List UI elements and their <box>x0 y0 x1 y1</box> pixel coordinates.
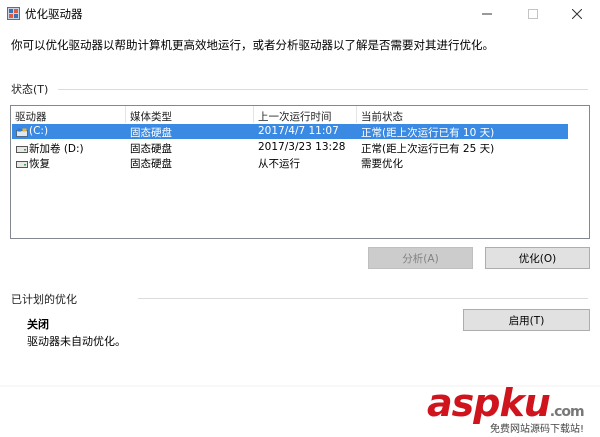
enable-schedule-button[interactable]: 启用(T) <box>463 309 590 331</box>
close-icon <box>572 9 582 19</box>
drive-media-type: 固态硬盘 <box>130 127 172 139</box>
column-divider[interactable] <box>125 106 126 123</box>
drive-list[interactable]: 驱动器 媒体类型 上一次运行时间 当前状态 (C:) 固态硬盘 2017/4/7… <box>10 105 590 239</box>
column-divider[interactable] <box>356 106 357 123</box>
drive-name: 新加卷 (D:) <box>29 143 84 155</box>
minimize-button[interactable] <box>464 0 510 28</box>
drive-last-run: 从不运行 <box>258 158 300 170</box>
minimize-icon <box>482 13 492 15</box>
drive-icon <box>16 143 28 153</box>
schedule-description: 驱动器未自动优化。 <box>27 335 126 348</box>
column-divider[interactable] <box>253 106 254 123</box>
watermark-brand: aspku.com <box>427 381 585 425</box>
drive-status: 正常(距上次运行已有 25 天) <box>361 143 495 155</box>
analyze-button[interactable]: 分析(A) <box>368 247 473 269</box>
schedule-state: 关闭 <box>27 318 49 331</box>
close-button[interactable] <box>554 0 600 28</box>
optimize-button[interactable]: 优化(O) <box>485 247 590 269</box>
status-section-label: 状态(T) <box>11 83 49 96</box>
schedule-divider <box>138 298 588 299</box>
drive-name: 恢复 <box>29 158 50 170</box>
title-bar[interactable]: 优化驱动器 <box>0 0 600 28</box>
scheduled-optimization-label: 已计划的优化 <box>11 293 77 306</box>
column-header-media-type[interactable]: 媒体类型 <box>130 109 172 124</box>
drive-row-c[interactable]: (C:) 固态硬盘 2017/4/7 11:07 正常(距上次运行已有 10 天… <box>12 124 568 139</box>
optimize-drives-window: 优化驱动器 你可以优化驱动器以帮助计算机更高效地运行，或者分析驱动器以了解是否需… <box>0 0 600 437</box>
column-header-drive[interactable]: 驱动器 <box>15 109 47 124</box>
system-drive-icon <box>16 127 28 137</box>
defrag-app-icon <box>7 7 20 20</box>
drive-list-header: 驱动器 媒体类型 上一次运行时间 当前状态 <box>11 106 589 123</box>
drive-row-recovery[interactable]: 恢复 固态硬盘 从不运行 需要优化 <box>12 155 568 170</box>
intro-text: 你可以优化驱动器以帮助计算机更高效地运行，或者分析驱动器以了解是否需要对其进行优… <box>11 38 494 52</box>
status-divider <box>58 89 588 90</box>
window-title: 优化驱动器 <box>25 7 83 21</box>
maximize-button[interactable] <box>510 0 556 28</box>
watermark-tagline: 免费网站源码下载站! <box>490 424 585 435</box>
drive-status: 需要优化 <box>361 158 403 170</box>
maximize-icon <box>528 9 538 19</box>
drive-media-type: 固态硬盘 <box>130 143 172 155</box>
drive-name: (C:) <box>29 125 49 137</box>
column-header-current-status[interactable]: 当前状态 <box>361 109 403 124</box>
drive-last-run: 2017/4/7 11:07 <box>258 125 339 137</box>
drive-status: 正常(距上次运行已有 10 天) <box>361 127 495 139</box>
column-header-last-run[interactable]: 上一次运行时间 <box>258 109 332 124</box>
drive-icon <box>16 158 28 168</box>
drive-last-run: 2017/3/23 13:28 <box>258 141 346 153</box>
drive-media-type: 固态硬盘 <box>130 158 172 170</box>
drive-row-d[interactable]: 新加卷 (D:) 固态硬盘 2017/3/23 13:28 正常(距上次运行已有… <box>12 140 568 155</box>
